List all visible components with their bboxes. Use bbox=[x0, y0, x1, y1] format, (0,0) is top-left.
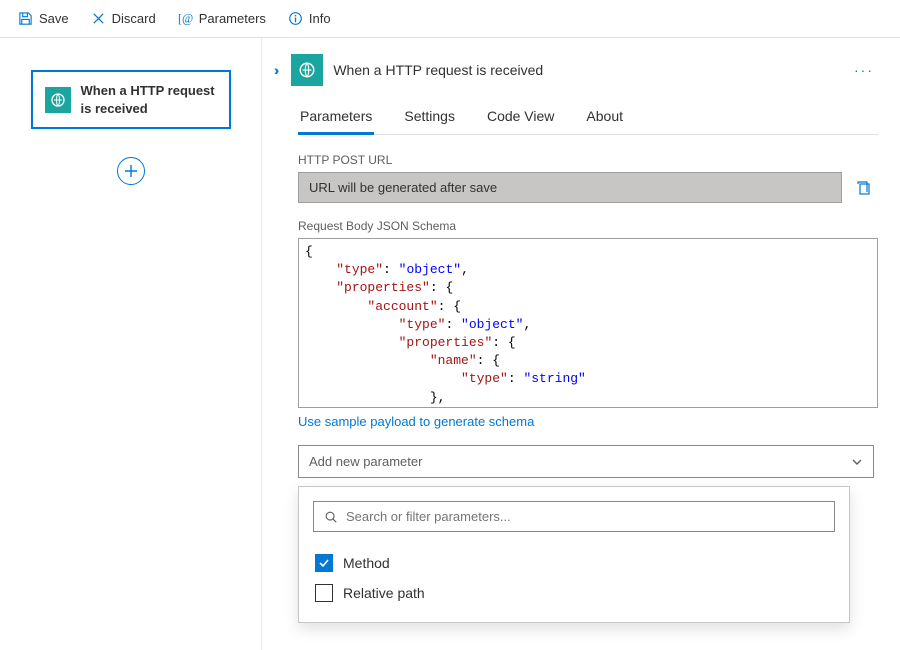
details-panel: ›› When a HTTP request is received ··· P… bbox=[262, 38, 900, 650]
tab-parameters[interactable]: Parameters bbox=[298, 100, 374, 134]
designer-canvas: When a HTTP request is received bbox=[0, 38, 262, 650]
save-icon bbox=[18, 11, 33, 26]
more-menu-button[interactable]: ··· bbox=[850, 58, 878, 82]
discard-label: Discard bbox=[112, 11, 156, 26]
tab-settings[interactable]: Settings bbox=[402, 100, 457, 134]
info-button[interactable]: Info bbox=[278, 7, 341, 30]
add-parameter-menu: Method Relative path bbox=[298, 486, 850, 623]
parameters-label: Parameters bbox=[199, 11, 266, 26]
toolbar: Save Discard [@] Parameters Info bbox=[0, 0, 900, 38]
discard-button[interactable]: Discard bbox=[81, 7, 166, 30]
schema-editor[interactable]: { "type": "object", "properties": { "acc… bbox=[298, 238, 878, 408]
request-trigger-icon bbox=[291, 54, 323, 86]
save-button[interactable]: Save bbox=[8, 7, 79, 30]
svg-text:[@]: [@] bbox=[178, 11, 193, 25]
parameter-search[interactable] bbox=[313, 501, 835, 532]
trigger-card[interactable]: When a HTTP request is received bbox=[31, 70, 231, 129]
option-method[interactable]: Method bbox=[313, 548, 835, 578]
checkbox-checked-icon bbox=[315, 554, 333, 572]
tab-about[interactable]: About bbox=[584, 100, 625, 134]
chevron-down-icon bbox=[851, 456, 863, 468]
info-icon bbox=[288, 11, 303, 26]
parameters-icon: [@] bbox=[178, 11, 193, 26]
panel-tabs: Parameters Settings Code View About bbox=[298, 100, 878, 135]
tab-codeview[interactable]: Code View bbox=[485, 100, 556, 134]
info-label: Info bbox=[309, 11, 331, 26]
parameter-search-input[interactable] bbox=[346, 509, 824, 524]
sample-payload-link[interactable]: Use sample payload to generate schema bbox=[298, 414, 534, 429]
http-url-label: HTTP POST URL bbox=[298, 153, 878, 167]
search-icon bbox=[324, 510, 338, 524]
schema-label: Request Body JSON Schema bbox=[298, 219, 878, 233]
add-parameter-label: Add new parameter bbox=[309, 454, 422, 469]
checkbox-unchecked-icon bbox=[315, 584, 333, 602]
close-icon bbox=[91, 11, 106, 26]
option-relative-path-label: Relative path bbox=[343, 585, 425, 601]
option-method-label: Method bbox=[343, 555, 390, 571]
option-relative-path[interactable]: Relative path bbox=[313, 578, 835, 608]
parameters-button[interactable]: [@] Parameters bbox=[168, 7, 276, 30]
collapse-panel-button[interactable]: ›› bbox=[270, 60, 279, 80]
trigger-card-label: When a HTTP request is received bbox=[81, 82, 217, 117]
http-url-field: URL will be generated after save bbox=[298, 172, 842, 203]
save-label: Save bbox=[39, 11, 69, 26]
add-parameter-dropdown[interactable]: Add new parameter bbox=[298, 445, 874, 478]
request-trigger-icon bbox=[45, 87, 71, 113]
add-step-button[interactable] bbox=[117, 157, 145, 185]
panel-title: When a HTTP request is received bbox=[333, 62, 840, 78]
copy-url-button[interactable] bbox=[850, 172, 878, 203]
